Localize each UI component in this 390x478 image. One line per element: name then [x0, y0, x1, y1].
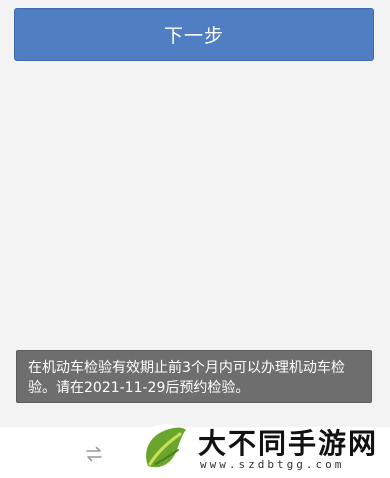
leaf-logo [140, 424, 192, 476]
next-step-button[interactable]: 下一步 [14, 8, 374, 61]
watermark-url: www.szdbtgg.com [200, 458, 345, 471]
swap-arrows-icon[interactable] [84, 444, 104, 464]
next-step-label: 下一步 [163, 25, 224, 47]
toast-text: 在机动车检验有效期止前3个月内可以办理机动车检验。请在2021-11-29后预约… [28, 360, 345, 396]
watermark: 大不同手游网 www.szdbtgg.com [136, 420, 390, 478]
watermark-title: 大不同手游网 [198, 427, 379, 460]
toast-message: 在机动车检验有效期止前3个月内可以办理机动车检验。请在2021-11-29后预约… [16, 350, 372, 403]
